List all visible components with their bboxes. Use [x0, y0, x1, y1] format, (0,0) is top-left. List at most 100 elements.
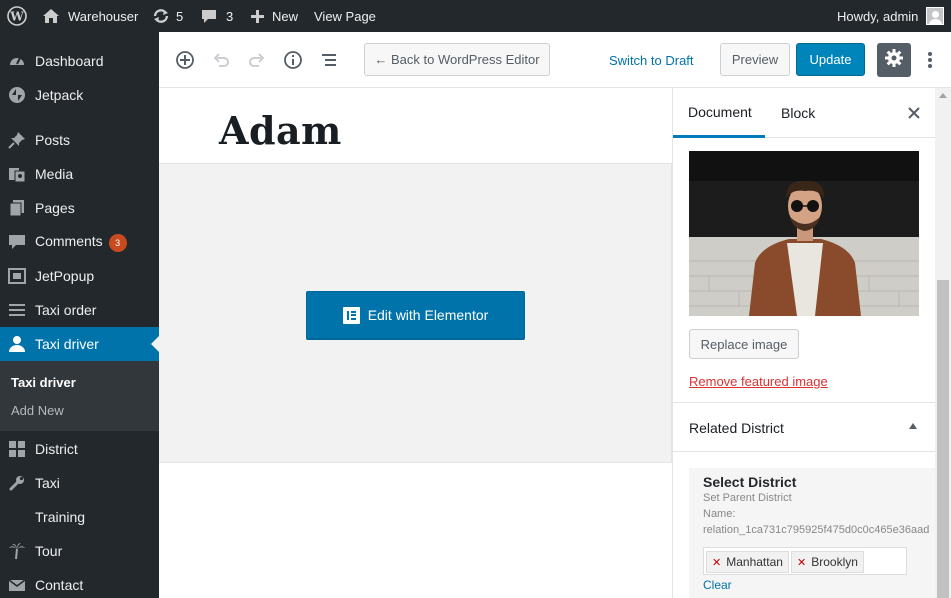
home-icon [42, 8, 60, 24]
sidebar-item-label: Training [35, 509, 86, 525]
sidebar-item-taxi[interactable]: Taxi [0, 466, 159, 500]
tab-document[interactable]: Document [673, 88, 765, 138]
switch-to-draft-button[interactable]: Switch to Draft [609, 53, 694, 68]
related-district-panel-header[interactable]: Related District [673, 402, 936, 452]
sidebar-item-label: Media [35, 166, 74, 182]
comments-link[interactable]: 3 [201, 0, 233, 32]
comments-icon [8, 233, 26, 251]
sidebar-item-label: Jetpack [35, 87, 84, 103]
elementor-placeholder: Edit with Elementor [159, 163, 672, 463]
sidebar-item-taxi-driver[interactable]: Taxi driver [0, 327, 159, 361]
update-button[interactable]: Update [796, 43, 865, 76]
svg-text:W: W [9, 10, 24, 24]
block-navigation-icon[interactable] [317, 48, 341, 72]
replace-image-button[interactable]: Replace image [689, 329, 799, 359]
tab-block[interactable]: Block [781, 88, 815, 138]
sidebar-item-label: Posts [35, 132, 71, 148]
related-district-title: Related District [689, 420, 784, 436]
field-name-label: Name: [703, 508, 736, 520]
panel-tabs: Document Block [673, 88, 936, 138]
sidebar-item-media[interactable]: Media [0, 157, 159, 191]
field-description: Set Parent District [703, 492, 792, 504]
updates-link[interactable]: 5 [152, 0, 183, 32]
field-name-value: relation_1ca731c795925f475d0c0c465e36aad [703, 524, 930, 536]
submenu-item-taxi-driver[interactable]: Taxi driver [11, 375, 76, 390]
elementor-logo-icon [342, 306, 360, 324]
dashboard-icon [8, 52, 26, 70]
admin-bar: W Warehouser 5 3 New View Page Howdy, ad… [0, 0, 951, 32]
chip-label: Brooklyn [811, 555, 858, 569]
site-home-link[interactable]: Warehouser [42, 0, 138, 32]
sidebar-item-comments[interactable]: Comments 3 [0, 225, 159, 259]
popup-icon [8, 267, 26, 285]
back-to-wordpress-editor-button[interactable]: ← Back to WordPress Editor [364, 43, 550, 76]
chip-label: Manhattan [726, 555, 783, 569]
wp-admin-screen: W Warehouser 5 3 New View Page Howdy, ad… [0, 0, 951, 598]
palm-icon [8, 542, 26, 560]
sidebar-item-label: Pages [35, 200, 75, 216]
list-icon [8, 301, 26, 319]
mail-icon [8, 576, 26, 594]
editor-toolbar: ← Back to WordPress Editor Switch to Dra… [159, 32, 951, 88]
sidebar-item-pages[interactable]: Pages [0, 191, 159, 225]
sidebar-item-jetpack[interactable]: Jetpack [0, 78, 159, 112]
pages-icon [8, 199, 26, 217]
remove-featured-image-link[interactable]: Remove featured image [689, 374, 828, 389]
new-content-link[interactable]: New [250, 0, 298, 32]
more-options-icon[interactable] [918, 48, 942, 72]
comments-count: 3 [226, 8, 234, 24]
media-icon [8, 165, 26, 183]
wordpress-logo-icon[interactable]: W [7, 0, 27, 32]
remove-chip-icon[interactable]: ✕ [712, 556, 721, 569]
edit-with-elementor-button[interactable]: Edit with Elementor [306, 291, 525, 339]
settings-gear-button[interactable] [877, 43, 911, 77]
wrench-icon [8, 474, 26, 492]
sidebar-item-label: District [35, 441, 78, 457]
post-title[interactable]: Adam [219, 108, 342, 153]
comments-label: Comments [35, 232, 103, 249]
sidebar-item-district[interactable]: District [0, 432, 159, 466]
undo-icon[interactable] [209, 48, 233, 72]
taxi-driver-submenu: Taxi driver Add New [0, 361, 159, 431]
sidebar-item-taxi-order[interactable]: Taxi order [0, 293, 159, 327]
view-page-link[interactable]: View Page [314, 0, 376, 32]
clear-selection-link[interactable]: Clear [703, 578, 732, 592]
sidebar-item-label: Tour [35, 543, 63, 559]
scroll-up-icon[interactable] [939, 93, 947, 98]
new-label: New [272, 8, 299, 24]
featured-image[interactable] [689, 151, 919, 316]
sidebar-item-tour[interactable]: Tour [0, 534, 159, 568]
remove-chip-icon[interactable]: ✕ [797, 556, 806, 569]
redo-icon[interactable] [245, 48, 269, 72]
select-district-field: Select District Set Parent District Name… [689, 468, 936, 598]
scrollbar-thumb[interactable] [937, 280, 949, 598]
elementor-button-label: Edit with Elementor [367, 307, 489, 323]
sidebar-item-training[interactable]: Training [0, 500, 159, 534]
editor-canvas: Adam Edit with Elementor [159, 88, 672, 598]
sidebar-item-dashboard[interactable]: Dashboard [0, 44, 159, 78]
sidebar-item-label: Comments 3 [35, 233, 127, 252]
comments-badge: 3 [108, 233, 127, 252]
sidebar-item-contact[interactable]: Contact [0, 568, 159, 598]
gear-icon [884, 48, 904, 73]
greeting-text: Howdy, admin [837, 8, 919, 24]
pin-icon [8, 131, 26, 149]
plus-icon [250, 9, 265, 24]
sidebar-item-jetpopup[interactable]: JetPopup [0, 259, 159, 293]
sidebar-item-posts[interactable]: Posts [0, 123, 159, 157]
add-block-icon[interactable] [173, 48, 197, 72]
jetpack-icon [8, 86, 26, 104]
updates-icon [152, 8, 170, 24]
info-icon[interactable] [281, 48, 305, 72]
district-select-input[interactable]: ✕ Manhattan ✕ Brooklyn [703, 547, 907, 575]
sidebar-item-label: Taxi driver [35, 336, 99, 352]
close-icon[interactable] [906, 105, 922, 121]
account-greeting[interactable]: Howdy, admin [837, 0, 945, 32]
preview-button[interactable]: Preview [720, 43, 790, 76]
sidebar-item-label: Taxi order [35, 302, 97, 318]
chevron-up-icon [909, 423, 917, 429]
panel-scrollbar[interactable] [935, 88, 951, 598]
select-district-label: Select District [703, 474, 797, 490]
submenu-item-add-new[interactable]: Add New [11, 403, 64, 418]
grid-icon [8, 440, 26, 458]
